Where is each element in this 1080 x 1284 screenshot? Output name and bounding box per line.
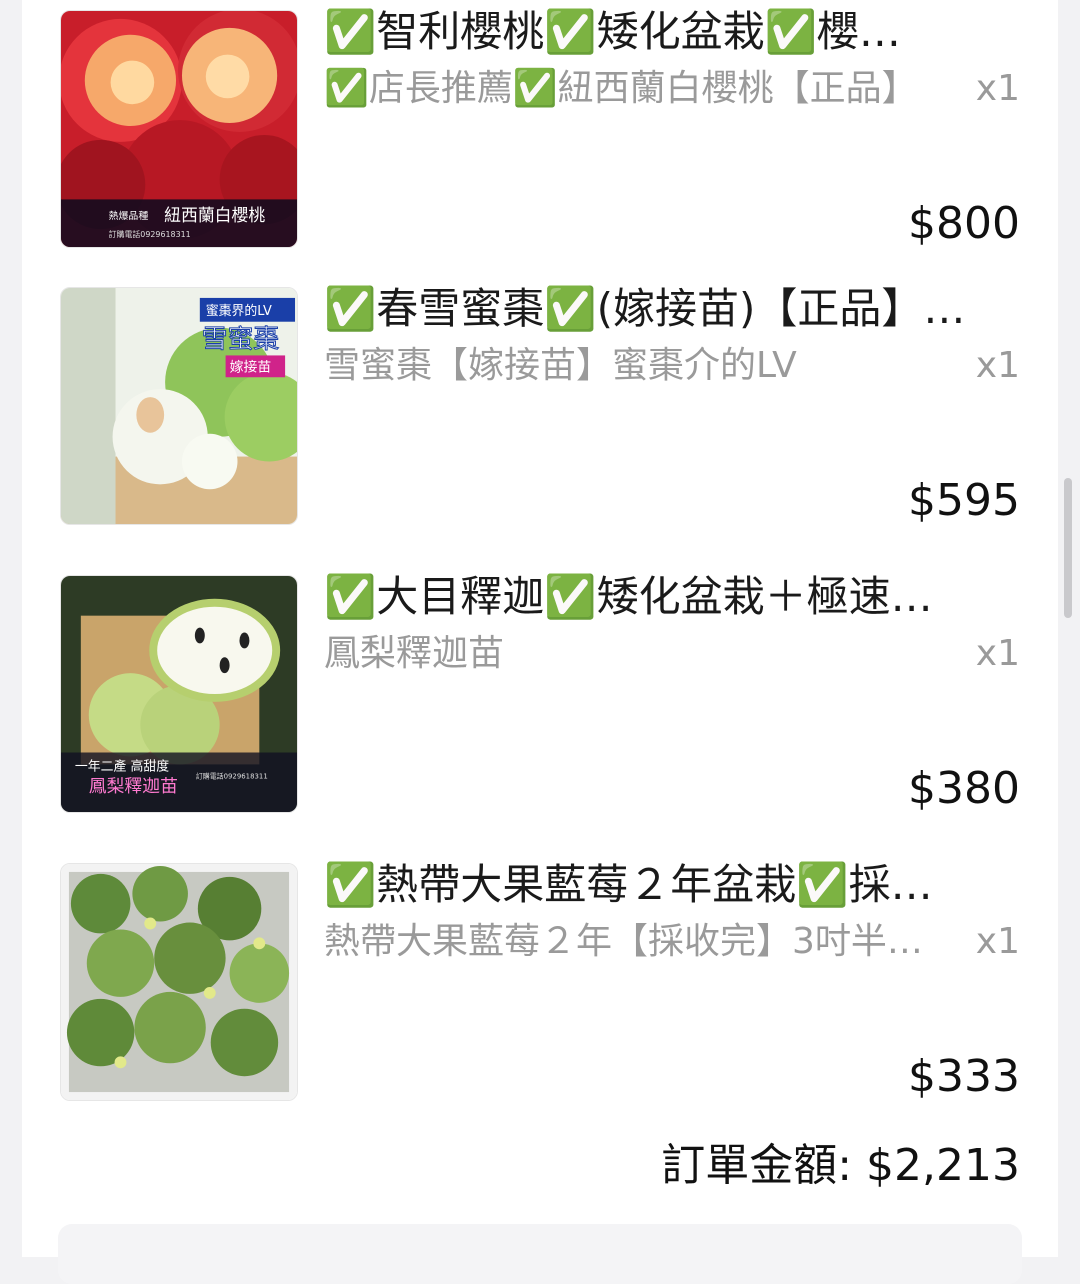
- product-variant: ✅店長推薦✅紐西蘭白櫻桃【正品】: [324, 68, 918, 109]
- product-image-sugar-apple[interactable]: 一年二產 高甜度 鳳梨釋迦苗 訂購電話0929618311: [60, 575, 298, 813]
- image-tag: 蜜棗界的LV: [206, 303, 272, 319]
- order-item[interactable]: 熱爆品種 紐西蘭白櫻桃 訂購電話0929618311 ✅智利櫻桃✅矮化盆栽✅櫻……: [22, 0, 1058, 270]
- product-price: $380: [908, 763, 1020, 814]
- image-phone: 訂購電話0929618311: [196, 771, 268, 780]
- product-variant: 雪蜜棗【嫁接苗】蜜棗介的LV: [324, 345, 797, 386]
- next-section-panel: [58, 1224, 1022, 1284]
- product-variant: 熱帶大果藍莓２年【採收完】3吋半…: [324, 921, 923, 962]
- image-caption: 鳳梨釋迦苗: [89, 776, 178, 797]
- image-caption: 紐西蘭白櫻桃: [164, 205, 265, 225]
- product-price: $595: [908, 475, 1020, 526]
- image-tag: 一年二產 高甜度: [75, 758, 169, 774]
- jujube-image: 蜜棗界的LV 雪蜜棗 嫁接苗: [61, 288, 297, 524]
- order-total-value: $2,213: [866, 1140, 1020, 1191]
- image-caption: 雪蜜棗: [202, 324, 280, 354]
- product-quantity: x1: [975, 68, 1020, 109]
- order-card: 熱爆品種 紐西蘭白櫻桃 訂購電話0929618311 ✅智利櫻桃✅矮化盆栽✅櫻……: [22, 0, 1058, 1284]
- sugar-apple-image: 一年二產 高甜度 鳳梨釋迦苗 訂購電話0929618311: [61, 576, 297, 812]
- product-quantity: x1: [975, 345, 1020, 386]
- image-tag: 熱爆品種: [109, 209, 149, 222]
- order-item[interactable]: ✅熱帶大果藍莓２年盆栽✅採… 熱帶大果藍莓２年【採收完】3吋半… x1 $333: [22, 853, 1058, 1123]
- cherry-image: 熱爆品種 紐西蘭白櫻桃 訂購電話0929618311: [61, 11, 297, 247]
- product-image-cherry[interactable]: 熱爆品種 紐西蘭白櫻桃 訂購電話0929618311: [60, 10, 298, 248]
- product-quantity: x1: [975, 633, 1020, 674]
- product-image-jujube[interactable]: 蜜棗界的LV 雪蜜棗 嫁接苗: [60, 287, 298, 525]
- order-item[interactable]: 蜜棗界的LV 雪蜜棗 嫁接苗 ✅春雪蜜棗✅(嫁接苗)【正品】… 雪蜜棗【嫁接苗】…: [22, 277, 1058, 547]
- order-total: 訂單金額: $2,213: [661, 1136, 1020, 1196]
- product-price: $800: [908, 198, 1020, 249]
- product-title[interactable]: ✅智利櫻桃✅矮化盆栽✅櫻…: [324, 2, 1024, 62]
- product-title[interactable]: ✅大目釋迦✅矮化盆栽＋極速…: [324, 567, 1024, 627]
- product-title[interactable]: ✅春雪蜜棗✅(嫁接苗)【正品】…: [324, 279, 1024, 339]
- product-title[interactable]: ✅熱帶大果藍莓２年盆栽✅採…: [324, 855, 1024, 915]
- order-total-label: 訂單金額:: [661, 1140, 853, 1191]
- product-image-blueberry[interactable]: [60, 863, 298, 1101]
- order-item[interactable]: 一年二產 高甜度 鳳梨釋迦苗 訂購電話0929618311 ✅大目釋迦✅矮化盆栽…: [22, 565, 1058, 835]
- image-phone: 嫁接苗: [230, 358, 272, 375]
- product-variant: 鳳梨釋迦苗: [324, 633, 505, 674]
- product-price: $333: [908, 1051, 1020, 1102]
- product-quantity: x1: [975, 921, 1020, 962]
- blueberry-plants-image: [61, 864, 297, 1100]
- image-phone: 訂購電話0929618311: [109, 229, 191, 239]
- scrollbar[interactable]: [1064, 478, 1072, 618]
